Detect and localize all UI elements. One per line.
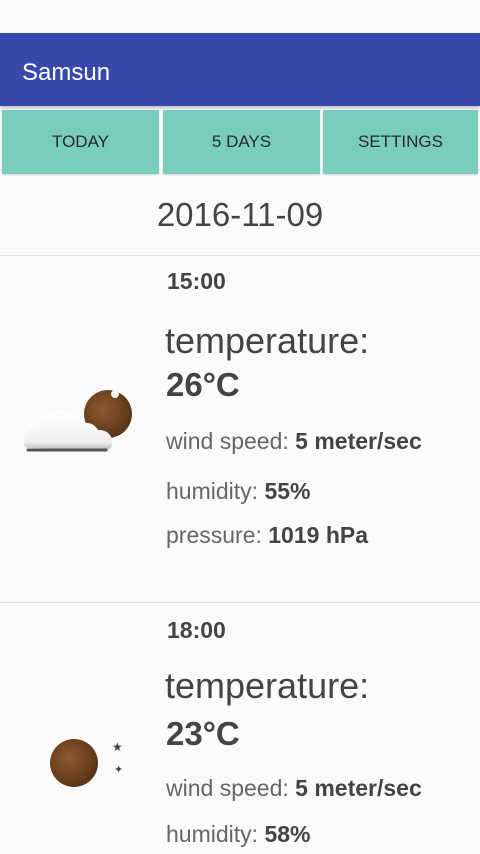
status-bar xyxy=(0,0,480,33)
forecast-item: 15:00 temperature: 26°C wind speed: 5 me… xyxy=(0,256,480,602)
humidity: humidity: 55% xyxy=(166,478,311,504)
clear-night-icon: ★ ✦ xyxy=(50,739,123,787)
app-title: Samsun xyxy=(22,59,111,86)
tab-settings[interactable]: SETTINGS xyxy=(323,110,478,174)
tab-5-days[interactable]: 5 DAYS xyxy=(163,110,320,174)
forecast-time: 18:00 xyxy=(167,617,226,643)
wind-speed: wind speed: 5 meter/sec xyxy=(166,775,422,801)
tab-today[interactable]: TODAY xyxy=(2,110,159,174)
wind-speed: wind speed: 5 meter/sec xyxy=(166,428,422,454)
date-header: 2016-11-09 xyxy=(156,196,324,233)
svg-text:★: ★ xyxy=(112,740,123,754)
tab-bar: TODAY 5 DAYS SETTINGS xyxy=(0,110,480,174)
forecast-item: 18:00 ★ ✦ temperature: 23°C wind speed: … xyxy=(0,603,480,854)
pressure: pressure: 1019 hPa xyxy=(166,522,369,548)
temperature-label: temperature: xyxy=(165,665,370,706)
cloudy-night-icon xyxy=(23,390,132,452)
app-bar: Samsun xyxy=(0,33,480,106)
temperature-label: temperature: xyxy=(165,320,370,361)
forecast-time: 15:00 xyxy=(167,268,226,294)
svg-text:✦: ✦ xyxy=(114,763,123,776)
temperature-value: 26°C xyxy=(166,366,240,403)
temperature-value: 23°C xyxy=(166,715,240,752)
humidity: humidity: 58% xyxy=(166,821,311,847)
